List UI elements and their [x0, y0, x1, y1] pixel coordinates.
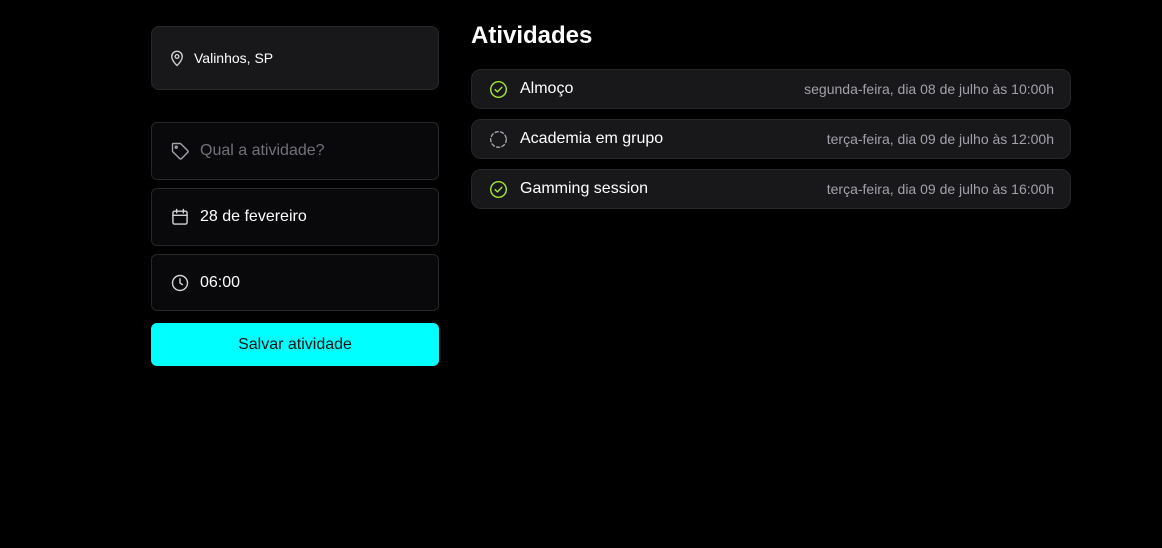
activity-name: Almoço [520, 80, 574, 97]
activity-item[interactable]: Almoço segunda-feira, dia 08 de julho às… [471, 69, 1071, 109]
clock-icon [170, 273, 190, 293]
activity-field[interactable] [151, 122, 439, 180]
activity-date: terça-feira, dia 09 de julho às 16:00h [826, 181, 1054, 197]
time-field[interactable] [151, 254, 439, 311]
activity-name: Gamming session [520, 180, 649, 197]
date-input[interactable] [200, 208, 420, 226]
location-text: Valinhos, SP [194, 50, 274, 66]
left-column: Valinhos, SP Qual a atividade? 28 de fev… [151, 26, 439, 366]
page: Valinhos, SP Qual a atividade? 28 de fev… [0, 0, 1162, 548]
check-circle-icon[interactable] [488, 179, 508, 199]
calendar-icon [170, 207, 190, 227]
right-column: Atividades Almoço segunda-feira, dia 08 … [471, 20, 1071, 209]
activity-list: Almoço segunda-feira, dia 08 de julho às… [471, 69, 1071, 209]
save-activity-button[interactable]: Salvar atividade [151, 323, 439, 366]
dashed-circle-icon[interactable] [488, 129, 508, 149]
activity-form: Salvar atividade [151, 122, 439, 366]
map-pin-icon [168, 49, 186, 67]
activity-name: Academia em grupo [520, 130, 664, 147]
time-input[interactable] [200, 273, 420, 292]
activity-input[interactable] [200, 142, 420, 160]
tag-icon [170, 141, 190, 161]
check-circle-icon[interactable] [488, 79, 508, 99]
location-card: Valinhos, SP [151, 26, 439, 90]
activity-date: terça-feira, dia 09 de julho às 12:00h [826, 131, 1054, 147]
date-field[interactable] [151, 188, 439, 246]
activity-date: segunda-feira, dia 08 de julho às 10:00h [804, 81, 1054, 97]
activity-item[interactable]: Gamming session terça-feira, dia 09 de j… [471, 169, 1071, 209]
activities-title: Atividades [471, 22, 593, 49]
activity-item[interactable]: Academia em grupo terça-feira, dia 09 de… [471, 119, 1071, 159]
